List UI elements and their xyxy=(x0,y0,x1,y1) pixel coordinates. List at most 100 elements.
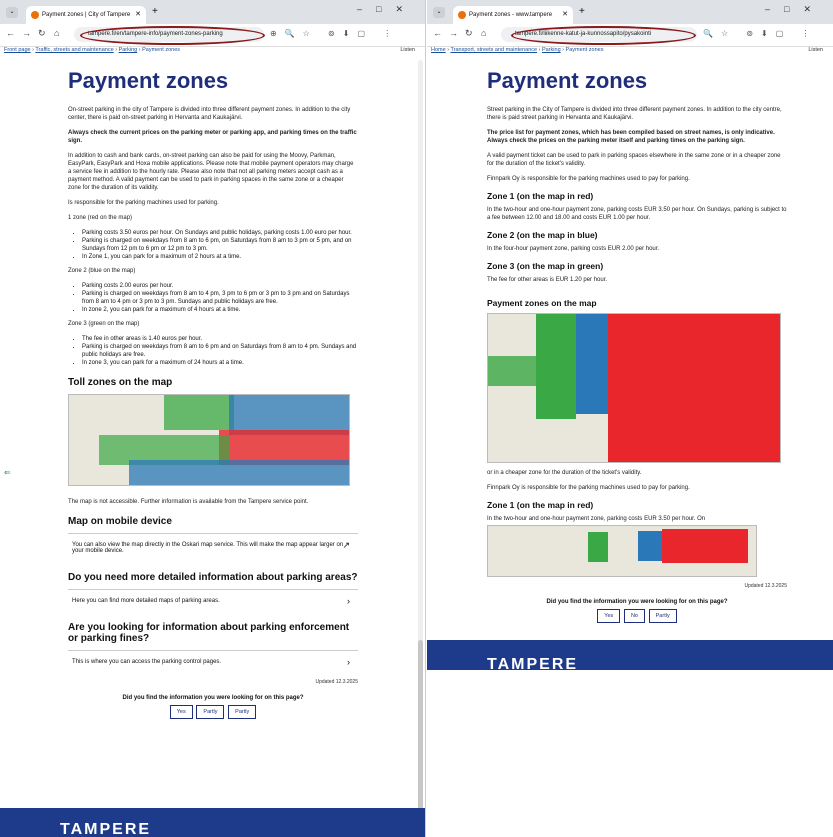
favicon-icon xyxy=(31,11,39,19)
list-item: Parking costs 3.50 euros per hour. On Su… xyxy=(82,229,358,237)
zone1-heading: 1 zone (red on the map) xyxy=(68,215,133,221)
feedback-question: Did you find the information you were lo… xyxy=(122,695,304,701)
map-zone-green xyxy=(536,314,576,419)
map-zone-blue xyxy=(129,460,349,485)
chevron-right-icon: › xyxy=(347,657,350,667)
updated-date: Updated 12.3.2025 xyxy=(315,679,358,685)
payment-zones-map[interactable] xyxy=(487,313,781,463)
external-link-icon: ↗ xyxy=(342,540,350,550)
right-browser-window: ⌄ Payment zones - www.tampere ✕ + –□✕ ← … xyxy=(427,0,833,837)
breadcrumb-item[interactable]: Traffic, streets and maintenance xyxy=(35,47,113,53)
breadcrumb-item[interactable]: Front page xyxy=(4,47,31,53)
zone1-heading-repeat: Zone 1 (on the map in red) xyxy=(487,500,594,510)
favicon-icon xyxy=(458,11,466,19)
side-panel-icon[interactable]: ⇐ xyxy=(4,468,11,477)
main-content: Payment zones On-street parking in the c… xyxy=(68,60,358,723)
listen-button[interactable]: Listen xyxy=(808,47,823,53)
browser-tab[interactable]: Payment zones - www.tampere ✕ xyxy=(453,6,573,24)
mobile-heading: Map on mobile device xyxy=(68,516,172,527)
map-zone-blue xyxy=(229,395,349,435)
responsible-text-repeat: Finnpark Oy is responsible for the parki… xyxy=(487,485,690,491)
footer-logo: TAMPERE xyxy=(487,656,579,673)
zone3-heading: Zone 3 (green on the map) xyxy=(68,321,140,327)
zone2-heading: Zone 2 (on the map in blue) xyxy=(487,230,598,240)
feedback-section: Did you find the information you were lo… xyxy=(68,695,358,723)
map-zone-blue xyxy=(576,314,608,414)
toolbar-icons[interactable]: 🔍☆ ⊚⬇▢ ⋮ xyxy=(703,29,818,38)
new-tab-button[interactable]: + xyxy=(152,6,158,17)
tab-strip: ⌄ Payment zones - www.tampere ✕ + –□✕ xyxy=(427,0,833,24)
feedback-no-button[interactable]: Partly xyxy=(196,705,225,719)
zone3-list: The fee in other areas is 1.40 euros per… xyxy=(68,335,358,367)
browser-toolbar: ← → ↻ ⌂ tampere.fi/liikenne-katut-ja-kun… xyxy=(427,24,833,47)
mobile-map-link[interactable]: You can also view the map directly in th… xyxy=(68,533,358,562)
window-controls[interactable]: –□✕ xyxy=(765,4,825,15)
breadcrumb-item[interactable]: Transport, streets and maintenance xyxy=(450,47,537,53)
enforcement-text: This is where you can access the parking… xyxy=(72,659,222,665)
back-icon[interactable]: ← xyxy=(6,28,15,38)
list-item: In zone 2, you can park for a maximum of… xyxy=(82,306,358,314)
list-item: Parking is charged on weekdays from 8 am… xyxy=(82,290,358,306)
breadcrumb-item[interactable]: Parking xyxy=(119,47,138,53)
intro-text: Street parking in the City of Tampere is… xyxy=(487,107,782,121)
list-item: Parking costs 2.00 euros per hour. xyxy=(82,282,358,290)
map-caption: or in a cheaper zone for the duration of… xyxy=(487,470,642,476)
zone1-list: Parking costs 3.50 euros per hour. On Su… xyxy=(68,229,358,261)
tab-search-button[interactable]: ⌄ xyxy=(433,7,445,18)
map-zone-green xyxy=(588,532,608,562)
enforcement-link[interactable]: This is where you can access the parking… xyxy=(68,650,358,673)
map-heading: Payment zones on the map xyxy=(487,298,597,308)
home-icon[interactable]: ⌂ xyxy=(481,28,486,38)
tab-title: Payment zones - www.tampere xyxy=(469,12,553,18)
close-tab-icon[interactable]: ✕ xyxy=(562,6,568,24)
tab-title: Payment zones | City of Tampere xyxy=(42,12,131,18)
breadcrumb-current: Payment zones xyxy=(565,47,604,53)
back-icon[interactable]: ← xyxy=(433,28,442,38)
breadcrumb: Home › Transport, streets and maintenanc… xyxy=(431,47,823,53)
forward-icon[interactable]: → xyxy=(22,28,31,38)
zone1-map[interactable] xyxy=(487,525,757,577)
map-note: The map is not accessible. Further infor… xyxy=(68,499,309,505)
browser-toolbar: ← → ↻ ⌂ tampere.fi/en/tampere-info/payme… xyxy=(0,24,425,47)
browser-tab[interactable]: Payment zones | City of Tampere ✕ xyxy=(26,6,146,24)
responsible-text: Finnpark Oy is responsible for the parki… xyxy=(487,176,690,182)
toll-zones-heading: Toll zones on the map xyxy=(68,377,173,388)
map-zone-green xyxy=(164,395,234,430)
breadcrumb-item[interactable]: Parking xyxy=(542,47,561,53)
map-zone-blue xyxy=(638,531,662,561)
detail-maps-link[interactable]: Here you can find more detailed maps of … xyxy=(68,589,358,612)
feedback-question: Did you find the information you were lo… xyxy=(546,599,728,605)
zone2-heading: Zone 2 (blue on the map) xyxy=(68,268,136,274)
intro-text: On-street parking in the city of Tampere… xyxy=(68,107,351,121)
feedback-partly-button[interactable]: Partly xyxy=(228,705,257,719)
window-controls[interactable]: –□✕ xyxy=(357,4,417,15)
listen-button[interactable]: Listen xyxy=(400,47,415,53)
tab-search-button[interactable]: ⌄ xyxy=(6,7,18,18)
feedback-no-button[interactable]: No xyxy=(623,609,645,623)
main-content: Payment zones Street parking in the City… xyxy=(487,60,787,627)
map-zone-red xyxy=(662,529,748,563)
map-zone-red xyxy=(608,314,780,462)
toll-zones-map[interactable] xyxy=(68,394,350,486)
responsible-text: Is responsible for the parking machines … xyxy=(68,200,219,206)
feedback-yes-button[interactable]: Yes xyxy=(169,705,193,719)
payment-methods-text: In addition to cash and bank cards, on-s… xyxy=(68,153,354,191)
address-highlight-ring xyxy=(80,26,265,45)
left-browser-window: ⌄ Payment zones | City of Tampere ✕ + –□… xyxy=(0,0,426,837)
detail-maps-text: Here you can find more detailed maps of … xyxy=(72,598,220,604)
feedback-yes-button[interactable]: Yes xyxy=(597,609,621,623)
home-icon[interactable]: ⌂ xyxy=(54,28,59,38)
toolbar-icons[interactable]: ⊕🔍☆ ⊚⬇▢ ⋮ xyxy=(270,29,399,38)
close-tab-icon[interactable]: ✕ xyxy=(135,6,141,24)
new-tab-button[interactable]: + xyxy=(579,6,585,17)
reload-icon[interactable]: ↻ xyxy=(38,28,46,39)
feedback-partly-button[interactable]: Partly xyxy=(648,609,677,623)
reload-icon[interactable]: ↻ xyxy=(465,28,473,39)
zone2-list: Parking costs 2.00 euros per hour. Parki… xyxy=(68,282,358,314)
scrollbar-thumb[interactable] xyxy=(418,640,423,820)
forward-icon[interactable]: → xyxy=(449,28,458,38)
zone2-text: In the four-hour payment zone, parking c… xyxy=(487,246,660,252)
zone1-text-repeat: In the two-hour and one-hour payment zon… xyxy=(487,516,706,522)
detail-heading: Do you need more detailed information ab… xyxy=(68,572,358,583)
breadcrumb-item[interactable]: Home xyxy=(431,47,446,53)
